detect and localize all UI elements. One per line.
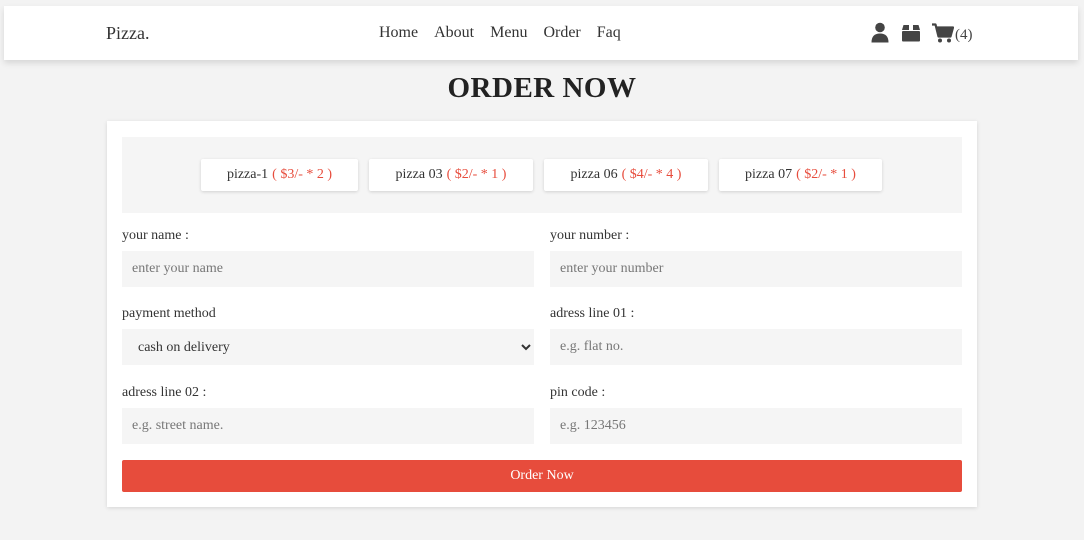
cart-icon [932,22,954,42]
address2-input[interactable] [122,408,534,444]
order-item-price: ( $3/- * 2 ) [272,167,333,182]
header: Pizza. Home About Menu Order Faq (4) [4,6,1078,60]
header-icons: (4) [870,22,973,43]
order-item: pizza 03 ( $2/- * 1 ) [369,159,533,191]
name-label: your name : [122,228,189,243]
order-item-price: ( $2/- * 1 ) [446,167,507,182]
address1-field-group: adress line 01 : [550,306,962,365]
pin-label: pin code : [550,385,606,400]
nav-home[interactable]: Home [379,24,418,42]
order-item: pizza 07 ( $2/- * 1 ) [719,159,882,191]
order-item-name: pizza 06 [570,167,618,182]
order-item-name: pizza-1 [226,167,269,182]
address2-field-group: adress line 02 : [122,385,534,444]
order-item-price: ( $4/- * 4 ) [621,167,682,182]
box-icon[interactable] [901,24,921,42]
address1-label: adress line 01 : [550,306,635,321]
name-field-group: your name : [122,228,534,287]
order-items-display: pizza-1 ( $3/- * 2 ) pizza 03 ( $2/- * 1… [122,137,962,213]
order-item-name: pizza 03 [395,167,443,182]
payment-label: payment method [122,306,216,321]
number-field-group: your number : [550,228,962,287]
payment-field-group: payment method cash on delivery [122,306,534,365]
nav-order[interactable]: Order [543,24,580,42]
nav-faq[interactable]: Faq [597,24,621,42]
order-item-price: ( $2/- * 1 ) [796,167,856,182]
payment-method-select[interactable]: cash on delivery [122,329,534,365]
address1-input[interactable] [550,329,962,365]
pin-field-group: pin code : [550,385,962,444]
logo[interactable]: Pizza. [106,23,149,44]
pin-input[interactable] [550,408,962,444]
address2-label: adress line 02 : [122,385,207,400]
number-label: your number : [550,228,630,243]
order-item: pizza 06 ( $4/- * 4 ) [544,159,708,191]
main-nav: Home About Menu Order Faq [379,24,621,42]
user-icon[interactable] [870,22,890,43]
nav-menu[interactable]: Menu [490,24,527,42]
nav-about[interactable]: About [434,24,474,42]
number-input[interactable] [550,251,962,287]
cart-count: (4) [955,26,973,43]
cart-button[interactable]: (4) [932,22,973,43]
page-title: ORDER NOW [447,72,637,104]
order-item-name: pizza 07 [745,167,793,182]
order-now-button[interactable]: Order Now [122,460,962,492]
name-input[interactable] [122,251,534,287]
order-form: pizza-1 ( $3/- * 2 ) pizza 03 ( $2/- * 1… [107,121,977,507]
order-item: pizza-1 ( $3/- * 2 ) [201,159,358,191]
